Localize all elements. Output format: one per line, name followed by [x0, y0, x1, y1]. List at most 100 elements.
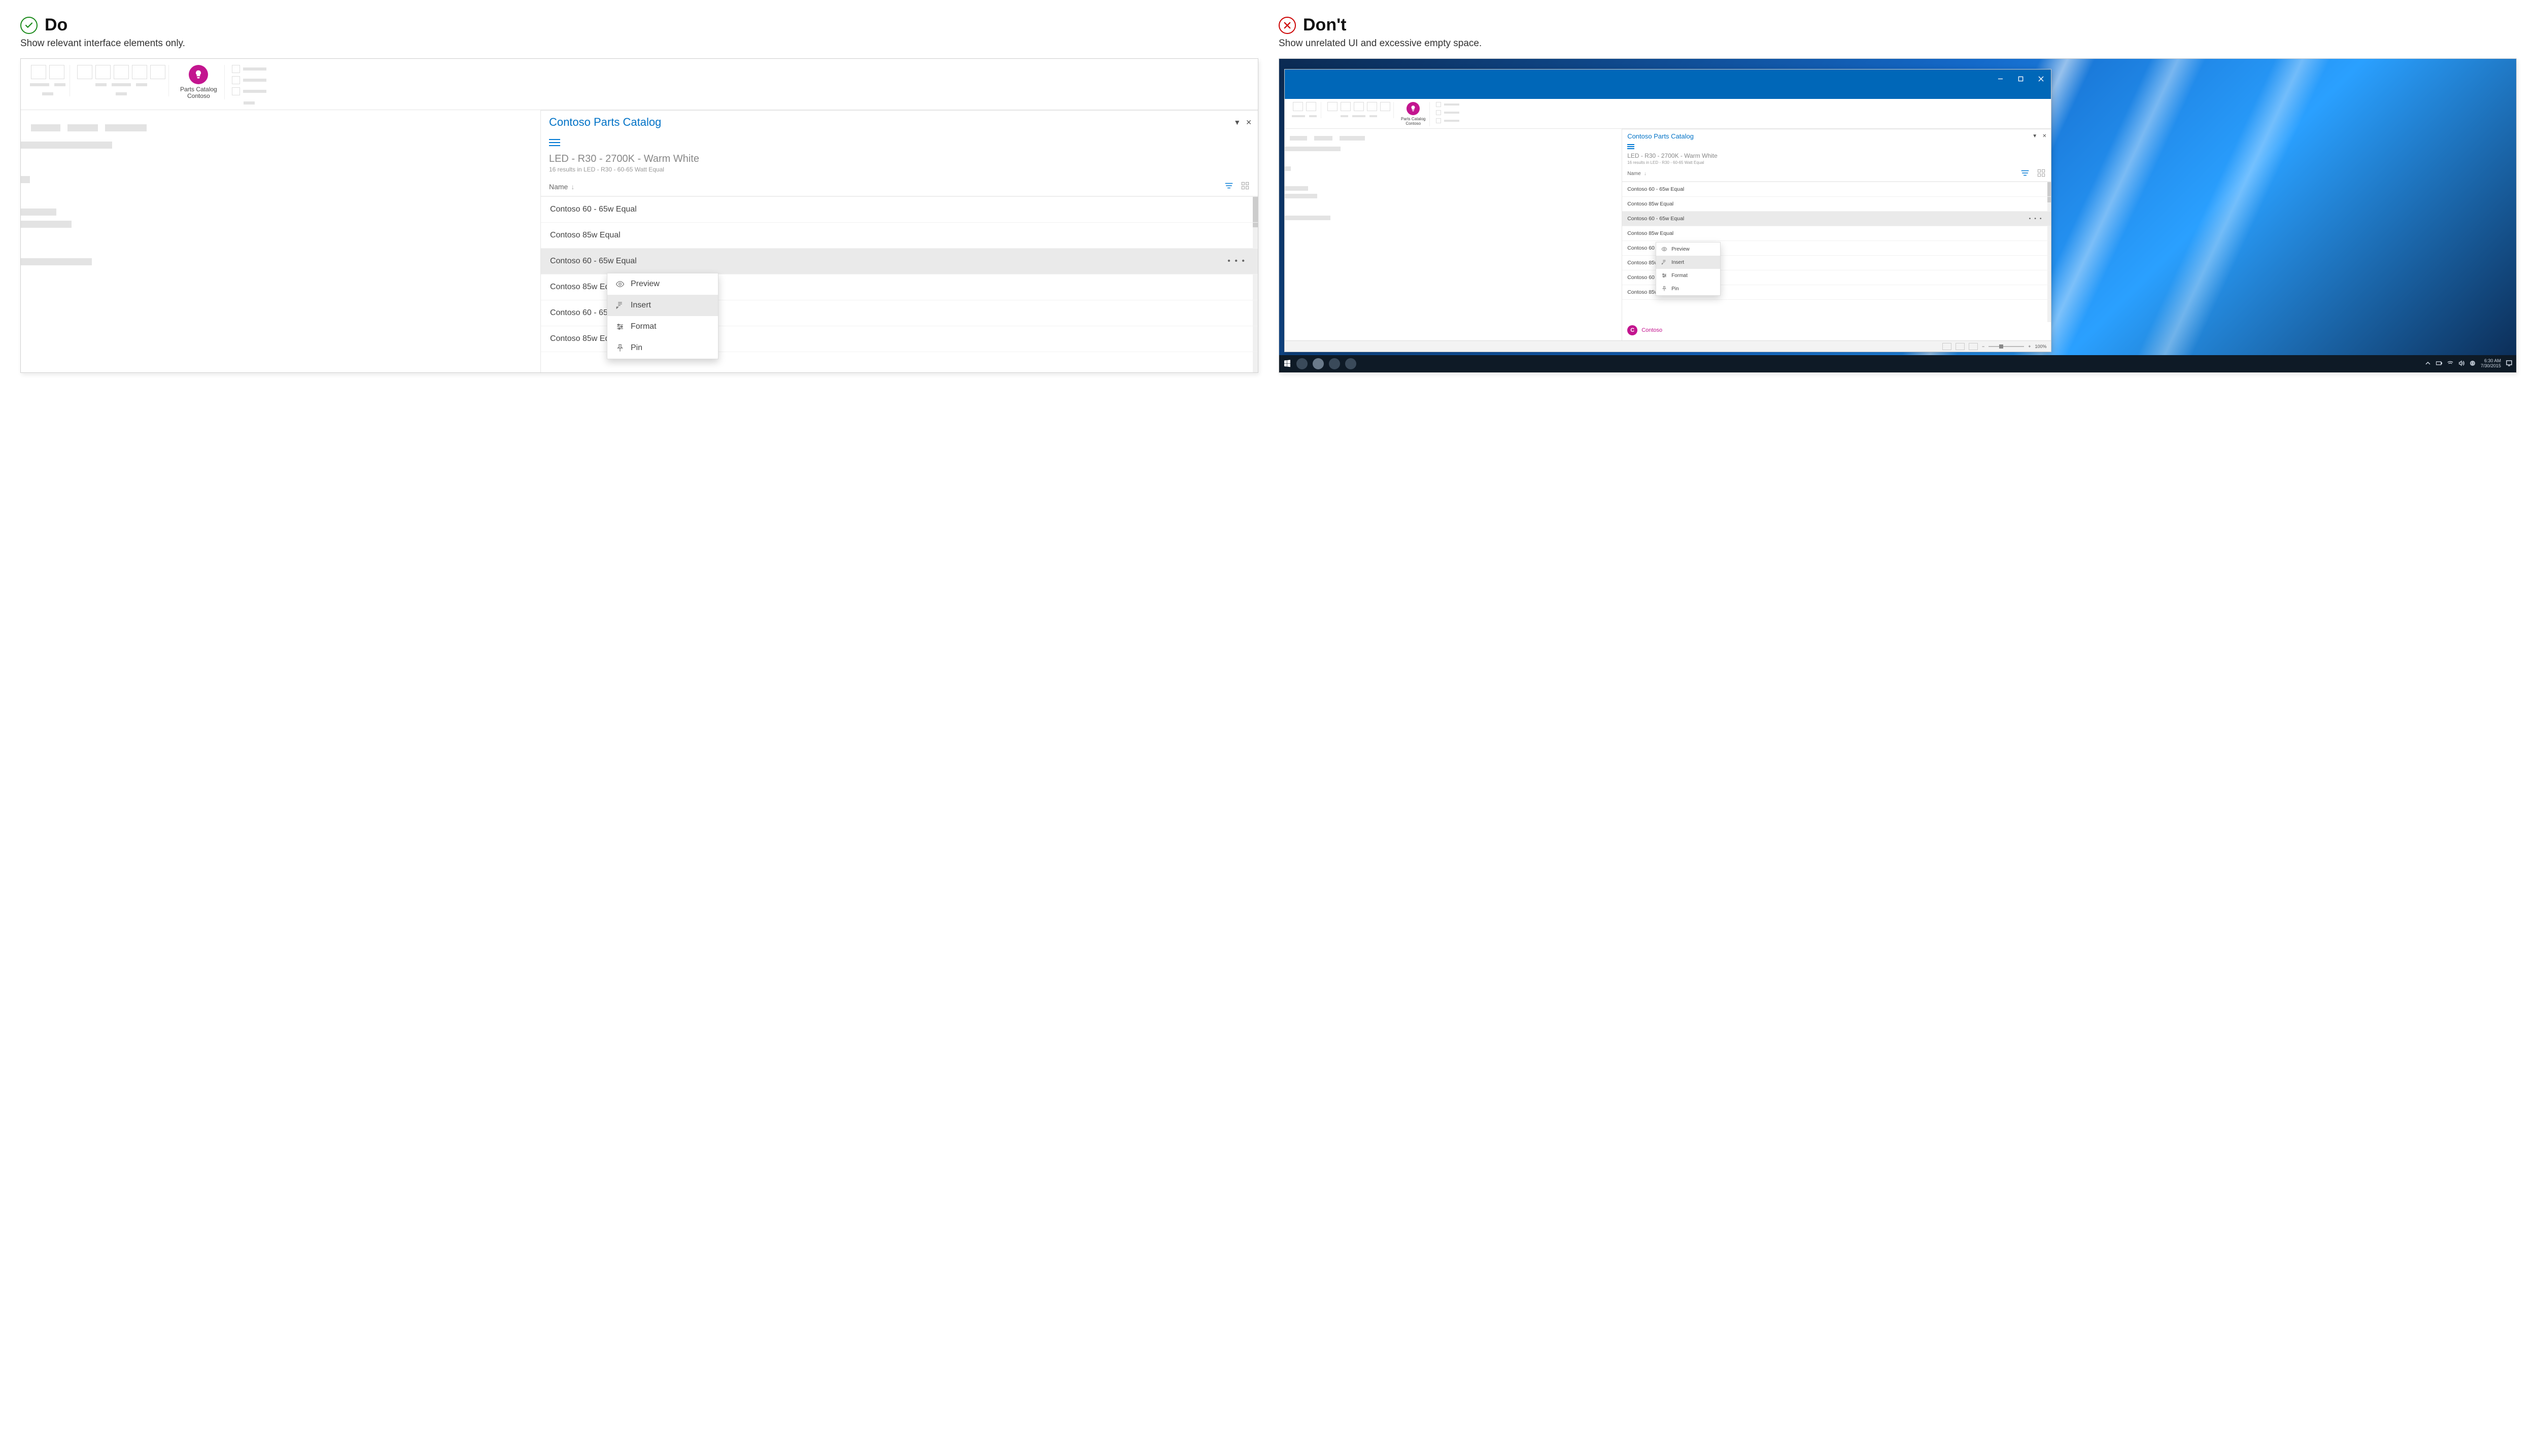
ribbon-button[interactable] [1380, 102, 1390, 111]
context-menu-preview[interactable]: Preview [1656, 242, 1720, 256]
list-header: Name↓ [1622, 165, 2050, 182]
persona-name: Contoso [1641, 327, 1662, 333]
grid-view-icon[interactable] [1241, 181, 1250, 192]
zoom-level[interactable]: 100% [2035, 344, 2047, 349]
search-results-count: 16 results in LED - R30 - 60-65 Watt Equ… [549, 166, 1250, 173]
list-item[interactable]: Contoso 85w Equal [541, 223, 1258, 249]
ribbon-group [74, 65, 169, 96]
taskbar-app-icon[interactable] [1345, 358, 1356, 369]
list-item-selected[interactable]: Contoso 60 - 65w Equal • • • [1622, 212, 2050, 226]
tray-battery-icon[interactable] [2436, 360, 2442, 367]
guidance-columns: Do Show relevant interface elements only… [20, 15, 2517, 373]
tray-chevron-up-icon[interactable] [2425, 360, 2431, 367]
ribbon-button[interactable] [150, 65, 165, 79]
context-menu-format[interactable]: Format [1656, 269, 1720, 282]
results-list: Contoso 60 - 65w Equal Contoso 85w Equal… [1622, 182, 2050, 322]
taskbar-app-icon[interactable] [1329, 358, 1340, 369]
grid-view-icon[interactable] [2037, 168, 2046, 179]
placeholder-square [232, 87, 240, 95]
filter-icon[interactable] [2020, 168, 2030, 179]
zoom-slider[interactable] [1989, 346, 2024, 347]
context-menu-format[interactable]: Format [607, 316, 718, 337]
taskbar-app-icon[interactable] [1313, 358, 1324, 369]
ribbon-group [26, 65, 70, 96]
view-mode-button[interactable] [1942, 343, 1951, 350]
ribbon-button[interactable] [1327, 102, 1338, 111]
list-item[interactable]: Contoso 85w Equal [1622, 226, 2050, 241]
context-menu: Preview Insert Format [607, 273, 718, 359]
context-menu: Preview Insert Format [1656, 242, 1721, 296]
window-menubar [1285, 88, 2051, 99]
status-bar: − + 100% [1285, 340, 2051, 352]
zoom-in-button[interactable]: + [2028, 344, 2031, 349]
zoom-out-button[interactable]: − [1982, 344, 1984, 349]
context-menu-pin[interactable]: Pin [1656, 282, 1720, 295]
filter-icon[interactable] [1224, 181, 1233, 192]
tray-language-icon[interactable] [2470, 360, 2476, 367]
pane-close-icon[interactable]: ✕ [2042, 133, 2046, 139]
list-item[interactable]: Contoso 60 - 65w Equal [541, 197, 1258, 223]
taskbar-app-icon[interactable] [1296, 358, 1308, 369]
parts-catalog-ribbon-button[interactable]: Parts Catalog Contoso [173, 65, 225, 99]
more-options-icon[interactable]: • • • [2026, 216, 2046, 222]
task-pane: Contoso Parts Catalog ▼ ✕ LED - R30 - 27… [540, 110, 1258, 373]
do-heading: Do [45, 15, 67, 35]
parts-catalog-ribbon-button[interactable]: Parts Catalog Contoso [1397, 102, 1430, 126]
ribbon-button[interactable] [1367, 102, 1377, 111]
hamburger-menu-button[interactable] [541, 132, 1258, 150]
format-icon [1661, 272, 1667, 279]
placeholder-bar [112, 83, 131, 86]
ribbon-button[interactable] [77, 65, 92, 79]
ribbon-button[interactable] [132, 65, 147, 79]
ribbon-button[interactable] [1341, 102, 1351, 111]
ribbon-button[interactable] [1354, 102, 1364, 111]
window-maximize-button[interactable] [2011, 72, 2031, 85]
format-icon [615, 322, 625, 331]
search-results-count: 16 results in LED - R30 - 60-65 Watt Equ… [1627, 160, 2045, 165]
ribbon-chip-line2: Contoso [187, 93, 210, 99]
tray-volume-icon[interactable] [2458, 360, 2464, 367]
persona-footer[interactable]: C Contoso [1622, 322, 2050, 340]
placeholder-bar [116, 92, 127, 95]
ribbon-button[interactable] [49, 65, 64, 79]
dont-heading: Don't [1303, 15, 1347, 35]
ribbon-button[interactable] [1306, 102, 1316, 111]
cross-icon [1279, 17, 1296, 34]
list-item-selected[interactable]: Contoso 60 - 65w Equal • • • [541, 249, 1258, 274]
start-button[interactable] [1283, 359, 1291, 368]
ribbon-button[interactable] [1293, 102, 1303, 111]
context-menu-pin[interactable]: Pin [607, 337, 718, 359]
placeholder-bar [243, 90, 266, 93]
list-item[interactable]: Contoso 85w Equal [1622, 197, 2050, 212]
name-column-header[interactable]: Name↓ [1627, 171, 1647, 177]
tray-notifications-icon[interactable] [2506, 360, 2512, 367]
context-menu-insert[interactable]: Insert [607, 295, 718, 316]
placeholder-bar [243, 79, 266, 82]
pane-title: Contoso Parts Catalog [1627, 132, 1694, 140]
ribbon-button[interactable] [114, 65, 129, 79]
name-column-header[interactable]: Name↓ [549, 183, 574, 191]
list-item[interactable]: Contoso 60 - 65w Equal [1622, 182, 2050, 197]
pane-header: Contoso Parts Catalog ▼ ✕ [1622, 129, 2050, 141]
hamburger-menu-button[interactable] [1622, 141, 2050, 152]
more-options-icon[interactable]: • • • [1224, 257, 1249, 266]
pane-dropdown-icon[interactable]: ▼ [2032, 133, 2037, 139]
view-mode-button[interactable] [1956, 343, 1965, 350]
zoom-slider-thumb[interactable] [1999, 344, 2003, 349]
placeholder-square [232, 65, 240, 73]
taskbar-clock[interactable]: 6:30 AM 7/30/2015 [2481, 359, 2501, 369]
dont-subtext: Show unrelated UI and excessive empty sp… [1279, 38, 2517, 49]
pane-close-icon[interactable]: ✕ [1246, 118, 1252, 127]
context-menu-insert[interactable]: Insert [1656, 256, 1720, 269]
view-mode-button[interactable] [1969, 343, 1978, 350]
tray-wifi-icon[interactable] [2447, 360, 2453, 367]
preview-icon [615, 280, 625, 289]
window-close-button[interactable] [2032, 72, 2051, 85]
context-menu-preview[interactable]: Preview [607, 273, 718, 295]
pane-dropdown-icon[interactable]: ▼ [1233, 118, 1241, 126]
ribbon-button[interactable] [95, 65, 111, 79]
window-titlebar [1285, 70, 2051, 88]
window-minimize-button[interactable] [1991, 72, 2010, 85]
ribbon-button[interactable] [31, 65, 46, 79]
windows-taskbar: 6:30 AM 7/30/2015 [1279, 355, 2516, 372]
